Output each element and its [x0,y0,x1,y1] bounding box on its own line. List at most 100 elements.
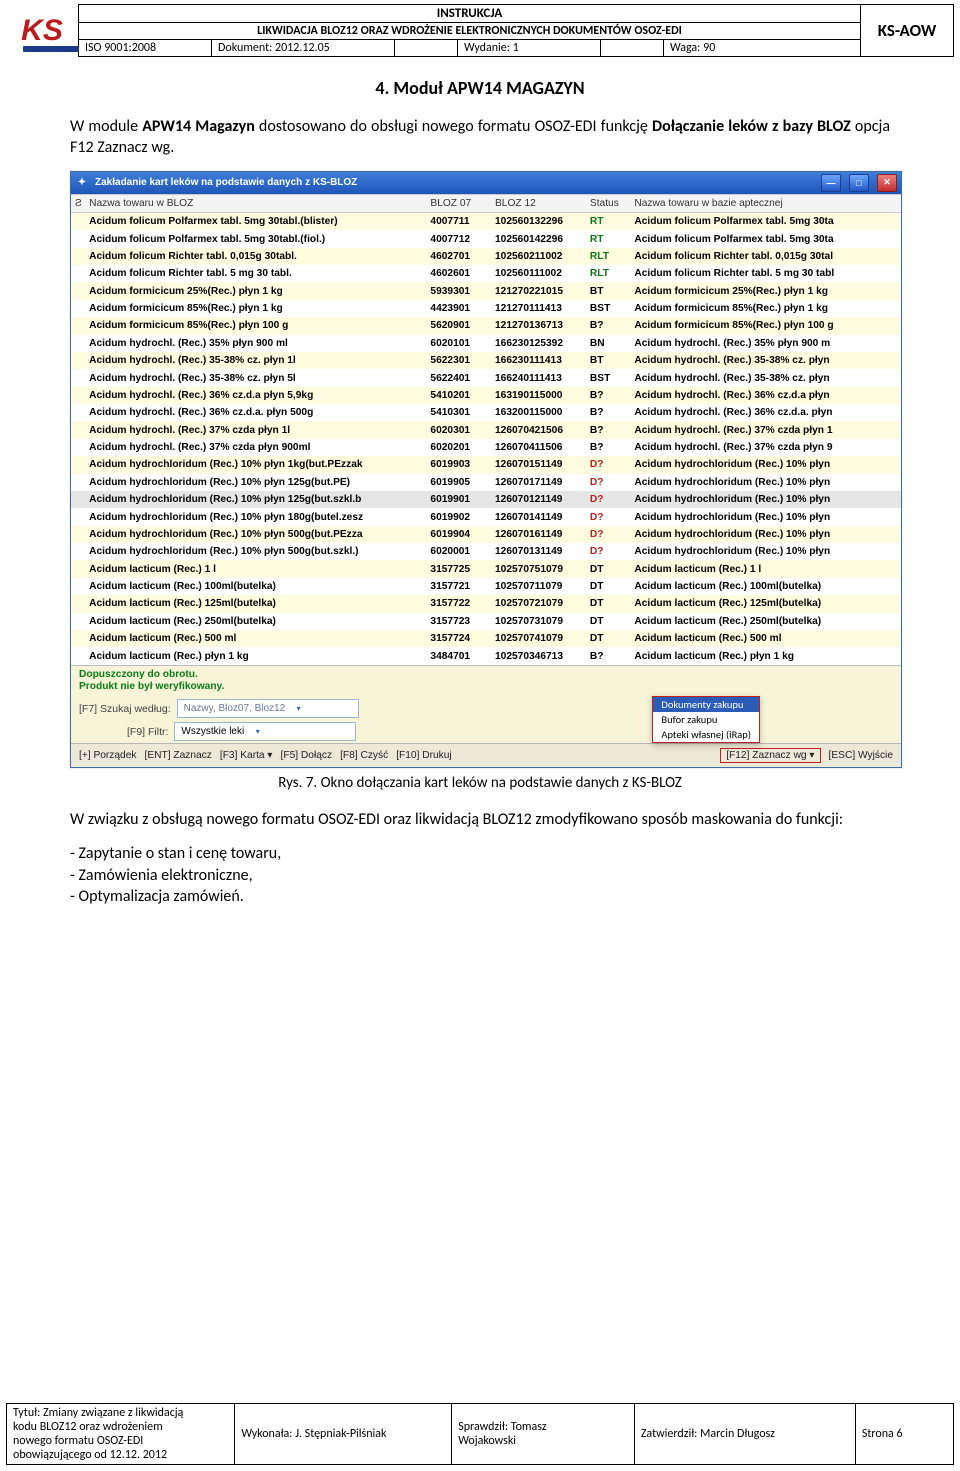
footer-page-cell: Strona 6 [855,1404,953,1465]
table-row[interactable]: Acidum hydrochloridum (Rec.) 10% płyn 12… [71,474,901,491]
status-message-bar: Dopuszczony do obrotu. Produkt nie był w… [71,665,901,698]
footer-approved-cell: Zatwierdził: Marcin Długosz [634,1404,855,1465]
footer-c1b: kodu BLOZ12 oraz wdrożeniem [13,1420,228,1434]
table-row[interactable]: Acidum hydrochl. (Rec.) 35% płyn 900 ml6… [71,335,901,352]
table-row[interactable]: Acidum folicum Richter tabl. 5 mg 30 tab… [71,265,901,282]
table-row[interactable]: Acidum lacticum (Rec.) 250ml(butelka)315… [71,613,901,630]
btn-select[interactable]: [ENT] Zaznacz [144,750,211,761]
post-paragraph: W związku z obsługą nowego formatu OSOZ-… [70,810,890,831]
btn-attach[interactable]: [F5] Dołącz [281,750,333,761]
chevron-down-icon: ▾ [250,727,265,736]
search-placeholder: Nazwy, Bloz07, Bloz12 [184,703,286,714]
btn-print[interactable]: [F10] Drukuj [396,750,451,761]
app-window: ✦ Zakładanie kart leków na podstawie dan… [70,171,902,769]
maximize-button[interactable]: □ [849,174,869,192]
popup-apteki-wlasnej[interactable]: Apteki własnej (iRap) [653,727,759,742]
table-row[interactable]: Acidum hydrochloridum (Rec.) 10% płyn 1k… [71,456,901,473]
screenshot-wrapper: ✦ Zakładanie kart leków na podstawie dan… [70,171,890,769]
footer-c3a: Sprawdził: Tomasz [458,1420,628,1434]
table-row[interactable]: Acidum hydrochl. (Rec.) 37% czda płyn 1l… [71,421,901,438]
search-combo[interactable]: Nazwy, Bloz07, Bloz12 ▾ [177,699,359,718]
minimize-button[interactable]: — [821,174,841,192]
header-info-table: INSTRUKCJA LIKWIDACJA BLOZ12 ORAZ WDROŻE… [78,4,861,57]
btn-clear[interactable]: [F8] Czyść [340,750,388,761]
table-row[interactable]: Acidum folicum Richter tabl. 0,015g 30ta… [71,248,901,265]
logo-underline-icon [23,46,79,52]
records-table[interactable]: Ƨ Nazwa towaru w BLOZ BLOZ 07 BLOZ 12 St… [71,194,901,665]
col-bloz12-header[interactable]: BLOZ 12 [491,194,586,212]
table-row[interactable]: Acidum formicicum 25%(Rec.) płyn 1 kg593… [71,282,901,299]
zaznacz-popup[interactable]: Dokumenty zakupu Bufor zakupu Apteki wła… [652,696,760,743]
table-header-row: Ƨ Nazwa towaru w BLOZ BLOZ 07 BLOZ 12 St… [71,194,901,212]
intro-a: W module [70,117,142,136]
table-row[interactable]: Acidum hydrochloridum (Rec.) 10% płyn 50… [71,526,901,543]
btn-sort[interactable]: [+] Porządek [79,750,136,761]
table-row[interactable]: Acidum hydrochloridum (Rec.) 10% płyn 18… [71,508,901,525]
logo-icon: KS [21,14,63,48]
col-bloz7-header[interactable]: BLOZ 07 [426,194,491,212]
bottom-toolbar: [+] Porządek [ENT] Zaznacz [F3] Karta ▾ … [71,743,901,767]
col-status-header[interactable]: Status [586,194,630,212]
filter-label: [F9] Filtr: [127,726,168,738]
table-row[interactable]: Acidum lacticum (Rec.) 100ml(butelka)315… [71,578,901,595]
header-blank2 [601,40,664,57]
filter-row: [F9] Filtr: Wszystkie leki ▾ [71,720,901,743]
header-blank1 [395,40,458,57]
btn-zaznacz-wg[interactable]: [F12] Zaznacz wg ▾ [720,748,820,763]
intro-d: Dołączanie leków z bazy BLOZ [652,117,851,136]
close-button[interactable]: ✕ [877,174,897,192]
table-row[interactable]: Acidum hydrochl. (Rec.) 36% cz.d.a płyn … [71,387,901,404]
search-row: [F7] Szukaj według: Nazwy, Bloz07, Bloz1… [71,697,901,720]
header-weight: Waga: 90 [664,40,861,57]
table-row[interactable]: Acidum hydrochloridum (Rec.) 10% płyn 50… [71,543,901,560]
table-row[interactable]: Acidum hydrochloridum (Rec.) 10% płyn 12… [71,491,901,508]
footer-c3b: Wojakowski [458,1434,628,1448]
btn-exit[interactable]: [ESC] Wyjście [829,750,893,761]
window-titlebar[interactable]: ✦ Zakładanie kart leków na podstawie dan… [71,172,901,194]
header-iso: ISO 9001:2008 [79,40,212,57]
bullet-2: - Zamówienia elektroniczne, [70,865,890,887]
table-row[interactable]: Acidum formicicum 85%(Rec.) płyn 1 kg442… [71,300,901,317]
btn-card[interactable]: [F3] Karta ▾ [220,750,273,761]
filter-value: Wszystkie leki [181,726,244,737]
logo-text: KS [21,14,63,47]
intro-paragraph: W module APW14 Magazyn dostosowano do ob… [70,117,890,159]
table-row[interactable]: Acidum lacticum (Rec.) 1 l31577251025707… [71,560,901,577]
status-message-2: Produkt nie był weryfikowany. [79,681,893,694]
logo: KS [6,4,78,57]
footer-title-cell: Tytuł: Zmiany związane z likwidacją kodu… [7,1404,235,1465]
footer-c1a: Tytuł: Zmiany związane z likwidacją [13,1406,228,1420]
popup-dokumenty-zakupu[interactable]: Dokumenty zakupu [653,697,759,712]
col-idx-header[interactable]: Ƨ [71,194,85,212]
bullet-1: - Zapytanie o stan i cenę towaru, [70,843,890,865]
header-ksaow: KS-AOW [861,4,954,57]
section-title: 4. Moduł APW14 MAGAZYN [70,77,890,99]
table-row[interactable]: Acidum folicum Polfarmex tabl. 5mg 30tab… [71,230,901,247]
popup-bufor-zakupu[interactable]: Bufor zakupu [653,712,759,727]
table-row[interactable]: Acidum lacticum (Rec.) 500 ml31577241025… [71,630,901,647]
bullet-3: - Optymalizacja zamówień. [70,886,890,908]
table-row[interactable]: Acidum hydrochl. (Rec.) 35-38% cz. płyn … [71,352,901,369]
header-document: Dokument: 2012.12.05 [212,40,395,57]
table-row[interactable]: Acidum hydrochl. (Rec.) 35-38% cz. płyn … [71,369,901,386]
table-row[interactable]: Acidum formicicum 85%(Rec.) płyn 100 g56… [71,317,901,334]
filter-combo[interactable]: Wszystkie leki ▾ [174,722,356,741]
footer-c1c: nowego formatu OSOZ-EDI [13,1434,228,1448]
window-title: Zakładanie kart leków na podstawie danyc… [95,177,357,188]
document-footer: Tytuł: Zmiany związane z likwidacją kodu… [0,1403,960,1465]
table-row[interactable]: Acidum hydrochl. (Rec.) 36% cz.d.a. płyn… [71,404,901,421]
table-row[interactable]: Acidum folicum Polfarmex tabl. 5mg 30tab… [71,212,901,230]
chevron-down-icon: ▾ [291,704,306,713]
table-row[interactable]: Acidum hydrochl. (Rec.) 37% czda płyn 90… [71,439,901,456]
footer-c1d: obowiązującego od 12.12. 2012 [13,1448,228,1462]
table-row[interactable]: Acidum lacticum (Rec.) płyn 1 kg34847011… [71,647,901,664]
status-message-1: Dopuszczony do obrotu. [79,669,893,682]
header-edition: Wydanie: 1 [458,40,601,57]
footer-checked-cell: Sprawdził: Tomasz Wojakowski [452,1404,635,1465]
table-row[interactable]: Acidum lacticum (Rec.) 125ml(butelka)315… [71,595,901,612]
header-title: INSTRUKCJA [79,5,861,23]
col-name-header[interactable]: Nazwa towaru w BLOZ [85,194,426,212]
header-subtitle: LIKWIDACJA BLOZ12 ORAZ WDROŻENIE ELEKTRO… [79,23,861,40]
col-apteka-header[interactable]: Nazwa towaru w bazie aptecznej [630,194,901,212]
figure-caption: Rys. 7. Okno dołączania kart leków na po… [70,774,890,792]
